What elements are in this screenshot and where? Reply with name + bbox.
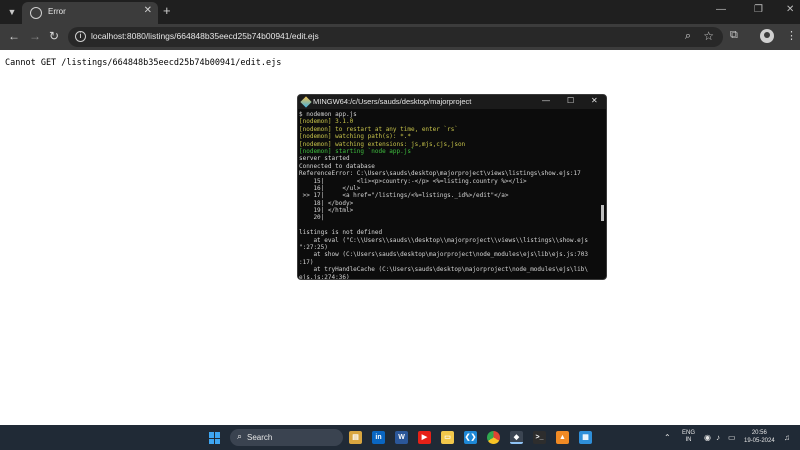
star-icon[interactable]: ☆: [703, 29, 714, 43]
terminal-title: MINGW64:/c/Users/sauds/desktop/majorproj…: [313, 97, 472, 106]
terminal-line: 18| </body>: [299, 199, 354, 207]
youtube-icon[interactable]: ▶: [418, 431, 431, 444]
windows-start-icon[interactable]: [209, 432, 221, 444]
profile-icon[interactable]: [760, 29, 774, 43]
terminal-line: ejs.js:274:36): [299, 273, 350, 280]
lang-line1: ENG: [682, 430, 696, 436]
clock-time: 20:56: [751, 430, 767, 436]
chrome-icon[interactable]: [487, 431, 500, 444]
window-close-icon[interactable]: ✕: [786, 4, 794, 15]
maximize-icon[interactable]: ❐: [754, 4, 763, 15]
extensions-icon[interactable]: ⧉: [730, 29, 738, 42]
terminal-icon[interactable]: >_: [533, 431, 546, 444]
reload-icon[interactable]: ↻: [49, 29, 59, 43]
search-icon: ⌕: [237, 431, 243, 441]
terminal-line: [nodemon] watching extensions: js,mjs,cj…: [299, 140, 466, 148]
vscode-icon[interactable]: ❮❯: [464, 431, 477, 444]
tab-title: Error: [48, 7, 66, 16]
url-text[interactable]: localhost:8080/listings/664848b35eecd25b…: [91, 31, 319, 41]
terminal-line: at tryHandleCache (C:\Users\sauds\deskto…: [299, 266, 588, 274]
error-message: Cannot GET /listings/664848b35eecd25b74b…: [5, 58, 282, 68]
terminal-line: at eval ("C:\\Users\\sauds\\desktop\\maj…: [299, 236, 588, 244]
terminal-line: [nodemon] starting `node app.js`: [299, 147, 415, 155]
lang-line2: IN: [685, 437, 692, 443]
plus-icon[interactable]: +: [163, 3, 171, 18]
git-bash-icon: [300, 96, 312, 108]
battery-icon[interactable]: ▭: [728, 433, 736, 442]
terminal-line: server started: [299, 155, 350, 163]
linkedin-icon[interactable]: in: [372, 431, 385, 444]
terminal-line: at show (C:\Users\sauds\desktop\majorpro…: [299, 251, 588, 259]
forward-icon[interactable]: →: [29, 29, 41, 43]
close-icon[interactable]: ✕: [144, 5, 152, 16]
tab-error[interactable]: Error ✕: [22, 2, 158, 24]
minimize-icon[interactable]: —: [716, 4, 726, 15]
menu-icon[interactable]: ⋮: [786, 29, 797, 42]
terminal-line: 20|: [299, 214, 325, 222]
terminal-line: [nodemon] to restart at any time, enter …: [299, 125, 458, 133]
clock-date: 19-05-2024: [744, 437, 775, 444]
address-bar[interactable]: i localhost:8080/listings/664848b35eecd2…: [68, 27, 723, 47]
back-icon[interactable]: ←: [8, 29, 20, 43]
file-manager-icon[interactable]: ▤: [349, 431, 362, 444]
notification-bell-icon[interactable]: ♫: [784, 433, 790, 442]
info-icon[interactable]: i: [75, 31, 86, 42]
photos-icon[interactable]: ▦: [579, 431, 592, 444]
taskbar-search[interactable]: ⌕ Search: [230, 429, 343, 446]
terminal-close-icon[interactable]: ✕: [591, 96, 598, 105]
tab-strip: ▼ Error ✕ + — ❐ ✕: [0, 0, 800, 24]
git-bash-icon[interactable]: ◆: [510, 431, 523, 444]
terminal-line: [nodemon] watching path(s): *.*: [299, 133, 411, 141]
vlc-icon[interactable]: ▲: [556, 431, 569, 444]
terminal-line: [nodemon] 3.1.0: [299, 118, 354, 126]
globe-icon: [30, 7, 42, 19]
wifi-icon[interactable]: ◉: [704, 433, 711, 442]
terminal-titlebar[interactable]: MINGW64:/c/Users/sauds/desktop/majorproj…: [298, 95, 606, 109]
chevron-up-icon[interactable]: ⌃: [664, 433, 671, 442]
terminal-line: 16| </ul>: [299, 184, 361, 192]
volume-icon[interactable]: ♪: [716, 433, 720, 442]
terminal-line: Connected to database: [299, 162, 375, 170]
file-explorer-icon[interactable]: ▭: [441, 431, 454, 444]
terminal-line: ReferenceError: C:\Users\sauds\desktop\m…: [299, 170, 581, 178]
browser-toolbar: ← → ↻ i localhost:8080/listings/664848b3…: [0, 24, 800, 50]
language-indicator[interactable]: ENG IN: [682, 430, 695, 444]
tab-search-icon[interactable]: ▼: [4, 4, 20, 20]
word-icon[interactable]: W: [395, 431, 408, 444]
terminal-line: listings is not defined: [299, 229, 383, 237]
terminal-maximize-icon[interactable]: ☐: [567, 96, 574, 105]
terminal-output[interactable]: $ nodemon app.js [nodemon] 3.1.0 [nodemon]…: [299, 111, 599, 280]
terminal-line: 15| <li><p>country:-</p> <%=listing.coun…: [299, 177, 527, 185]
terminal-line: :17): [299, 258, 314, 266]
terminal-line: ":27:25): [299, 244, 328, 252]
terminal-minimize-icon[interactable]: —: [542, 96, 550, 105]
terminal-line: >> 17| <a href="/listings/<%=listings._i…: [299, 192, 509, 200]
zoom-icon[interactable]: ⌕: [685, 30, 691, 43]
clock[interactable]: 20:56 19-05-2024: [744, 430, 775, 445]
taskbar: ⌕ Search ▤ in W ▶ ▭ ❮❯ ◆ >_ ▲ ▦ ⌃ ENG IN…: [0, 425, 800, 450]
search-label: Search: [247, 433, 273, 442]
terminal-line: $ nodemon app.js: [299, 111, 357, 118]
terminal-window[interactable]: MINGW64:/c/Users/sauds/desktop/majorproj…: [297, 94, 607, 280]
terminal-line: 19| </html>: [299, 207, 354, 215]
terminal-scrollbar[interactable]: [601, 205, 604, 221]
